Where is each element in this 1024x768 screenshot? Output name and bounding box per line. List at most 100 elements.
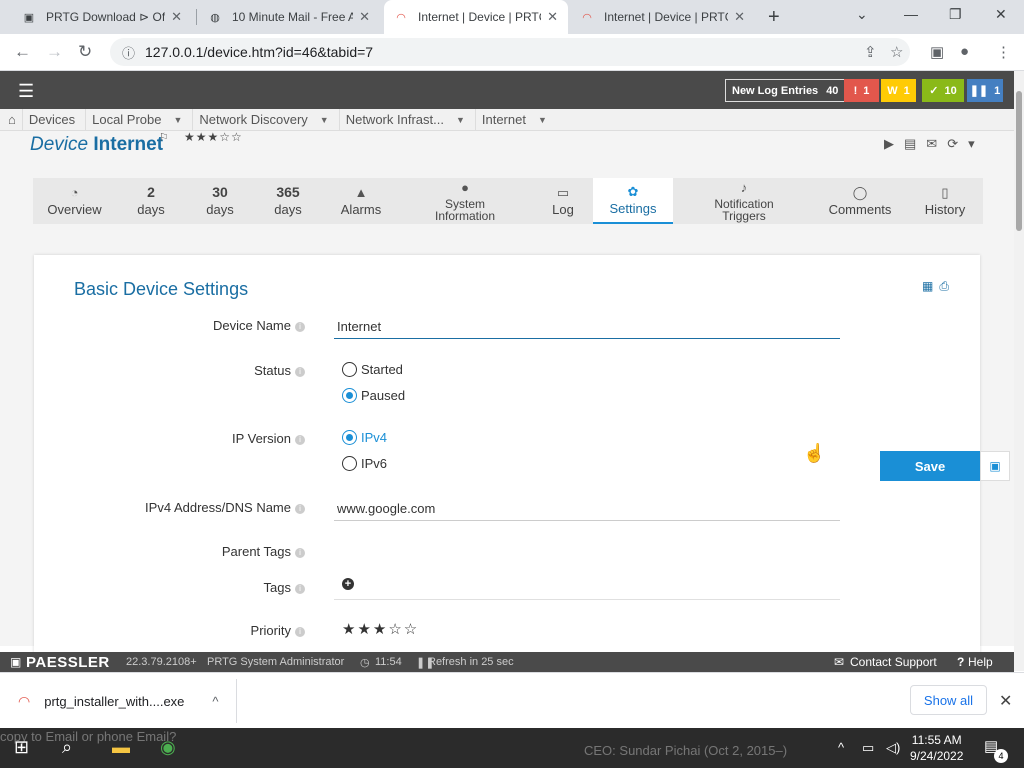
- browser-tab-title: PRTG Download ⊳ Offi: [46, 10, 166, 24]
- tab-alarms[interactable]: ▲ Alarms: [322, 178, 400, 224]
- close-icon[interactable]: ✕: [999, 691, 1012, 711]
- priority-stars[interactable]: ★★★☆☆: [342, 620, 419, 638]
- tab-history[interactable]: ▯ History: [907, 178, 983, 224]
- print-icon[interactable]: ⎙: [939, 279, 949, 294]
- label-text: IPv4 Address/DNS Name: [145, 500, 291, 515]
- paused-badge[interactable]: ❚❚ 1: [967, 79, 1003, 102]
- file-explorer-icon[interactable]: ▬: [112, 737, 130, 758]
- email-icon[interactable]: ✉: [926, 136, 937, 152]
- user-text[interactable]: PRTG System Administrator: [207, 656, 344, 668]
- browser-menu-icon[interactable]: ⋮: [996, 43, 1011, 61]
- close-tab-icon[interactable]: ✕: [171, 9, 182, 25]
- new-tab-button[interactable]: +: [768, 6, 780, 29]
- radio-button[interactable]: [342, 430, 357, 445]
- hamburger-menu-icon[interactable]: ☰: [18, 81, 34, 102]
- volume-icon[interactable]: ◁): [886, 740, 900, 756]
- caret-down-icon[interactable]: ▼: [538, 115, 547, 125]
- radio-button[interactable]: [342, 456, 357, 471]
- browser-tab[interactable]: ◠ Internet | Device | PRTG ✕: [570, 0, 755, 34]
- qr-code-icon[interactable]: ▦: [922, 279, 933, 294]
- radio-button[interactable]: [342, 388, 357, 403]
- windows-start-icon[interactable]: ⊞: [14, 737, 29, 758]
- close-tab-icon[interactable]: ✕: [734, 9, 745, 25]
- scrollbar-thumb[interactable]: [1016, 91, 1022, 231]
- floppy-disk-icon[interactable]: ▣: [980, 451, 1010, 481]
- ipv4-radio[interactable]: IPv4: [342, 430, 387, 445]
- home-icon[interactable]: ⌂: [0, 108, 23, 131]
- status-paused-radio[interactable]: Paused: [342, 388, 405, 403]
- ipv6-radio[interactable]: IPv6: [342, 456, 387, 471]
- play-icon[interactable]: ▶: [884, 136, 894, 152]
- share-icon[interactable]: ⇪: [864, 43, 877, 61]
- priority-stars-header[interactable]: ★★★☆☆: [184, 130, 243, 144]
- chevron-up-tray-icon[interactable]: ^: [838, 740, 844, 755]
- status-started-radio[interactable]: Started: [342, 362, 403, 377]
- tab-overview[interactable]: ◔ Overview: [33, 178, 116, 224]
- warning-badge[interactable]: W1: [881, 79, 916, 102]
- dropdown-caret-icon[interactable]: ▾: [968, 136, 975, 152]
- side-panel-icon[interactable]: ▣: [930, 43, 944, 61]
- refresh-icon[interactable]: ⟳: [947, 136, 958, 152]
- bookmark-star-icon[interactable]: ☆: [890, 43, 903, 61]
- tab-30-days[interactable]: 30 days: [186, 178, 254, 224]
- network-icon[interactable]: ▭: [862, 740, 874, 756]
- tab-365-days[interactable]: 365 days: [255, 178, 321, 224]
- browser-tab-active[interactable]: ◠ Internet | Device | PRTG ✕: [384, 0, 568, 34]
- contact-support-link[interactable]: Contact Support: [850, 655, 937, 669]
- flag-icon[interactable]: ⚐: [159, 131, 169, 144]
- ipv4-address-field[interactable]: www.google.com: [334, 495, 840, 521]
- down-alarm-badge[interactable]: ! 1: [844, 79, 879, 102]
- help-icon[interactable]: i: [295, 367, 305, 377]
- help-icon[interactable]: i: [295, 584, 305, 594]
- show-all-button[interactable]: Show all: [910, 685, 987, 715]
- add-sensor-icon[interactable]: ▤: [904, 136, 916, 152]
- help-icon[interactable]: i: [295, 504, 305, 514]
- restore-button[interactable]: ❐: [949, 6, 962, 23]
- forward-icon[interactable]: →: [46, 42, 63, 62]
- refresh-text[interactable]: Refresh in 25 sec: [428, 656, 514, 668]
- help-icon[interactable]: i: [295, 548, 305, 558]
- new-log-entries-button[interactable]: New Log Entries 40: [725, 79, 846, 102]
- caret-down-icon[interactable]: ▼: [320, 115, 329, 125]
- up-badge[interactable]: ✓ 10: [922, 79, 964, 102]
- tab-system-information[interactable]: ● System Information: [401, 178, 529, 224]
- reload-icon[interactable]: ↻: [78, 42, 92, 62]
- url-field[interactable]: ⓘ 127.0.0.1/device.htm?id=46&tabid=7: [110, 38, 910, 66]
- help-link[interactable]: Help: [968, 655, 993, 669]
- caret-down-icon[interactable]: ▼: [174, 115, 183, 125]
- tab-notification-triggers[interactable]: ♪ Notification Triggers: [675, 178, 813, 224]
- close-window-button[interactable]: ✕: [995, 6, 1007, 23]
- caret-down-icon[interactable]: ▼: [456, 115, 465, 125]
- add-tag-icon[interactable]: +: [342, 578, 354, 590]
- breadcrumb-network-infrastructure[interactable]: Network Infrast... ▼: [340, 108, 476, 131]
- tab-search-icon[interactable]: ⌄: [856, 6, 868, 23]
- chevron-up-icon[interactable]: ^: [212, 694, 218, 709]
- browser-tab[interactable]: ◍ 10 Minute Mail - Free A ✕: [198, 0, 380, 34]
- profile-avatar-icon[interactable]: ●: [960, 43, 969, 60]
- download-item[interactable]: ◠ prtg_installer_with....exe ^: [18, 693, 219, 710]
- breadcrumb-internet[interactable]: Internet ▼: [476, 109, 557, 131]
- tab-2-days[interactable]: 2 days: [117, 178, 185, 224]
- search-icon[interactable]: ⌕: [62, 737, 72, 758]
- taskbar-clock[interactable]: 11:55 AM 9/24/2022: [910, 732, 963, 764]
- browser-tab[interactable]: ▣ PRTG Download ⊳ Offi ✕: [12, 0, 192, 34]
- back-icon[interactable]: ←: [14, 42, 31, 62]
- help-icon[interactable]: i: [295, 627, 305, 637]
- minimize-button[interactable]: —: [904, 6, 918, 22]
- tab-log[interactable]: ▭ Log: [530, 178, 596, 224]
- site-info-icon[interactable]: ⓘ: [122, 43, 135, 62]
- device-name-field[interactable]: Internet: [334, 313, 840, 339]
- close-tab-icon[interactable]: ✕: [547, 9, 558, 25]
- breadcrumb-network-discovery[interactable]: Network Discovery ▼: [193, 108, 340, 131]
- tab-comments[interactable]: ◯ Comments: [814, 178, 906, 224]
- breadcrumb-devices[interactable]: Devices: [23, 108, 87, 131]
- chrome-icon[interactable]: ◉: [160, 737, 176, 758]
- tab-settings[interactable]: ✿ Settings: [593, 178, 673, 224]
- save-button[interactable]: Save: [880, 451, 980, 481]
- vertical-scrollbar[interactable]: [1014, 71, 1024, 671]
- help-icon[interactable]: i: [295, 435, 305, 445]
- help-icon[interactable]: i: [295, 322, 305, 332]
- breadcrumb-local-probe[interactable]: Local Probe ▼: [86, 108, 194, 131]
- close-tab-icon[interactable]: ✕: [359, 9, 370, 25]
- radio-button[interactable]: [342, 362, 357, 377]
